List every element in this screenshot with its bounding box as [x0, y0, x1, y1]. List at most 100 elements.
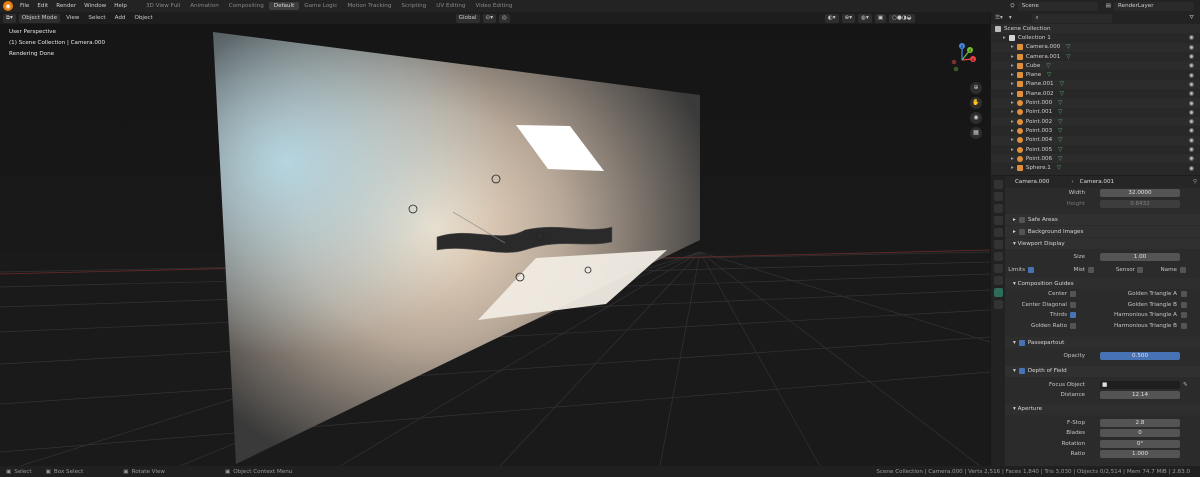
outliner-item[interactable]: ▸ Point.005 ▽ ◉: [991, 145, 1200, 154]
name-checkbox[interactable]: [1180, 266, 1186, 273]
menu-file[interactable]: File: [20, 3, 29, 9]
visibility-eye-icon[interactable]: ◉: [1189, 81, 1194, 88]
expand-arrow-icon[interactable]: ▸: [1011, 63, 1014, 69]
guide-checkbox[interactable]: [1070, 301, 1076, 308]
expand-arrow-icon[interactable]: ▸: [1011, 119, 1014, 125]
mode-dropdown[interactable]: Object Mode: [18, 13, 61, 23]
world-tab-icon[interactable]: [993, 240, 1003, 249]
limits-checkbox[interactable]: [1028, 266, 1034, 273]
visibility-eye-icon[interactable]: ◉: [1189, 34, 1194, 41]
visibility-eye-icon[interactable]: ◉: [1189, 44, 1194, 51]
outliner-item[interactable]: ▸ Point.000 ▽ ◉: [991, 98, 1200, 108]
visibility-eye-icon[interactable]: ◉: [1189, 146, 1194, 153]
pan-hand-icon[interactable]: ✋: [970, 97, 982, 109]
distance-field[interactable]: 12.14: [1100, 391, 1180, 400]
navigation-gizmo[interactable]: X Y Z: [944, 40, 980, 76]
expand-arrow-icon[interactable]: ▸: [1011, 156, 1014, 162]
menu-help[interactable]: Help: [114, 3, 127, 9]
transform-orientation-dropdown[interactable]: Global: [455, 13, 480, 23]
visibility-eye-icon[interactable]: ◉: [1189, 155, 1194, 162]
outliner-root[interactable]: Scene Collection: [991, 24, 1200, 34]
view-layer-tab-icon[interactable]: [993, 216, 1003, 225]
outliner-item[interactable]: ▸ Plane.001 ▽ ◉: [991, 79, 1200, 90]
xray-icon[interactable]: ▣: [874, 13, 887, 23]
visibility-eye-icon[interactable]: ◉: [1189, 72, 1194, 79]
sensor-checkbox[interactable]: [1137, 266, 1143, 273]
expand-arrow-icon[interactable]: ▸: [1011, 54, 1014, 60]
expand-arrow-icon[interactable]: ▸: [1011, 137, 1014, 143]
workspace-tab[interactable]: Motion Tracking: [342, 2, 396, 10]
aperture-field[interactable]: 1.000: [1100, 450, 1180, 459]
workspace-tab[interactable]: Animation: [185, 2, 224, 10]
expand-arrow-icon[interactable]: ▸: [1011, 165, 1014, 171]
aperture-field[interactable]: 2.8: [1100, 418, 1180, 427]
safe-areas-checkbox[interactable]: [1018, 216, 1025, 223]
add-menu[interactable]: Add: [112, 14, 129, 23]
object-menu[interactable]: Object: [131, 14, 155, 23]
guide-checkbox[interactable]: [1181, 322, 1187, 329]
menu-edit[interactable]: Edit: [37, 3, 48, 9]
ortho-grid-icon[interactable]: ▦: [970, 127, 982, 139]
visibility-eye-icon[interactable]: ◉: [1189, 90, 1194, 97]
workspace-tab[interactable]: Video Editing: [470, 2, 517, 10]
workspace-tab[interactable]: 3D View Full: [141, 2, 185, 10]
outliner-item[interactable]: ▸ Point.001 ▽ ◉: [991, 108, 1200, 117]
visibility-eye-icon[interactable]: ◉: [1189, 118, 1194, 125]
depth-of-field-checkbox[interactable]: [1018, 368, 1025, 374]
outliner-item[interactable]: ▸ Camera.000 ▽ ◉: [991, 42, 1200, 52]
size-field[interactable]: 1.00: [1100, 253, 1180, 262]
proportional-edit-icon[interactable]: ◎: [499, 13, 510, 23]
expand-arrow-icon[interactable]: ▸: [1011, 147, 1014, 153]
tool-tab-icon[interactable]: [993, 180, 1003, 189]
camera-data-tab-icon[interactable]: [993, 288, 1003, 297]
expand-arrow-icon[interactable]: ▸: [1011, 91, 1014, 97]
aperture-field[interactable]: 0: [1100, 429, 1180, 438]
visibility-eye-icon[interactable]: ◉: [1189, 53, 1194, 60]
workspace-tab[interactable]: Scripting: [396, 2, 431, 10]
scene-field[interactable]: Scene: [1017, 1, 1098, 11]
view-layer-field[interactable]: RenderLayer: [1114, 1, 1194, 11]
visibility-eye-icon[interactable]: ◉: [1189, 165, 1194, 172]
outliner-filter-icon[interactable]: ▾: [1009, 15, 1012, 21]
view-menu[interactable]: View: [63, 14, 82, 23]
visibility-eye-icon[interactable]: ◉: [1189, 100, 1194, 107]
eyedropper-icon[interactable]: ✎: [1183, 382, 1188, 388]
blender-logo-icon[interactable]: ◉: [3, 1, 13, 11]
visibility-eye-icon[interactable]: ◉: [1189, 127, 1194, 134]
guide-checkbox[interactable]: [1181, 312, 1187, 319]
workspace-tab[interactable]: UV Editing: [431, 2, 470, 10]
opacity-slider[interactable]: 0.500: [1100, 352, 1180, 361]
outliner-item[interactable]: ▸ Sphere.1 ▽ ◉: [991, 163, 1200, 172]
zoom-icon[interactable]: ⊕: [970, 82, 982, 94]
outliner-item[interactable]: ▸ Point.004 ▽ ◉: [991, 135, 1200, 145]
expand-arrow-icon[interactable]: ▸: [1011, 44, 1014, 50]
outliner-item[interactable]: ▸ Point.002 ▽ ◉: [991, 116, 1200, 127]
aperture-field[interactable]: 0°: [1100, 439, 1180, 448]
passepartout-checkbox[interactable]: [1018, 339, 1025, 346]
outliner-item[interactable]: ▸ Collection 1 ◉: [991, 33, 1200, 42]
mist-checkbox[interactable]: [1088, 266, 1094, 273]
workspace-tab[interactable]: Compositing: [224, 2, 269, 10]
safe-areas-panel[interactable]: ▸ Safe Areas: [1005, 214, 1200, 225]
background-images-panel[interactable]: ▸ Background Images: [1005, 226, 1200, 237]
menu-window[interactable]: Window: [84, 3, 106, 9]
outliner-editor-icon[interactable]: ☰▾: [995, 15, 1003, 21]
guide-checkbox[interactable]: [1070, 312, 1076, 319]
snap-icon[interactable]: ⊙▾: [482, 13, 497, 23]
outliner-item[interactable]: ▸ Camera.001 ▽ ◉: [991, 52, 1200, 61]
guide-checkbox[interactable]: [1181, 291, 1187, 298]
guide-checkbox[interactable]: [1070, 291, 1076, 298]
width-field[interactable]: 32.0000: [1100, 189, 1180, 198]
expand-arrow-icon[interactable]: ▸: [1011, 100, 1014, 106]
expand-arrow-icon[interactable]: ▸: [1011, 72, 1014, 78]
height-field[interactable]: 0.8432: [1100, 199, 1180, 208]
guide-checkbox[interactable]: [1070, 322, 1076, 329]
focus-object-field[interactable]: ■: [1100, 380, 1180, 389]
physics-tab-icon[interactable]: [993, 276, 1003, 285]
visibility-icon[interactable]: ◐▾: [824, 13, 839, 23]
constraints-tab-icon[interactable]: [993, 264, 1003, 273]
select-menu[interactable]: Select: [85, 14, 108, 23]
expand-arrow-icon[interactable]: ▸: [1011, 81, 1014, 87]
3d-viewport[interactable]: ⧉▾ Object Mode View Select Add Object Gl…: [0, 12, 990, 466]
viewport-display-panel[interactable]: ▾ Viewport Display: [1005, 238, 1200, 249]
